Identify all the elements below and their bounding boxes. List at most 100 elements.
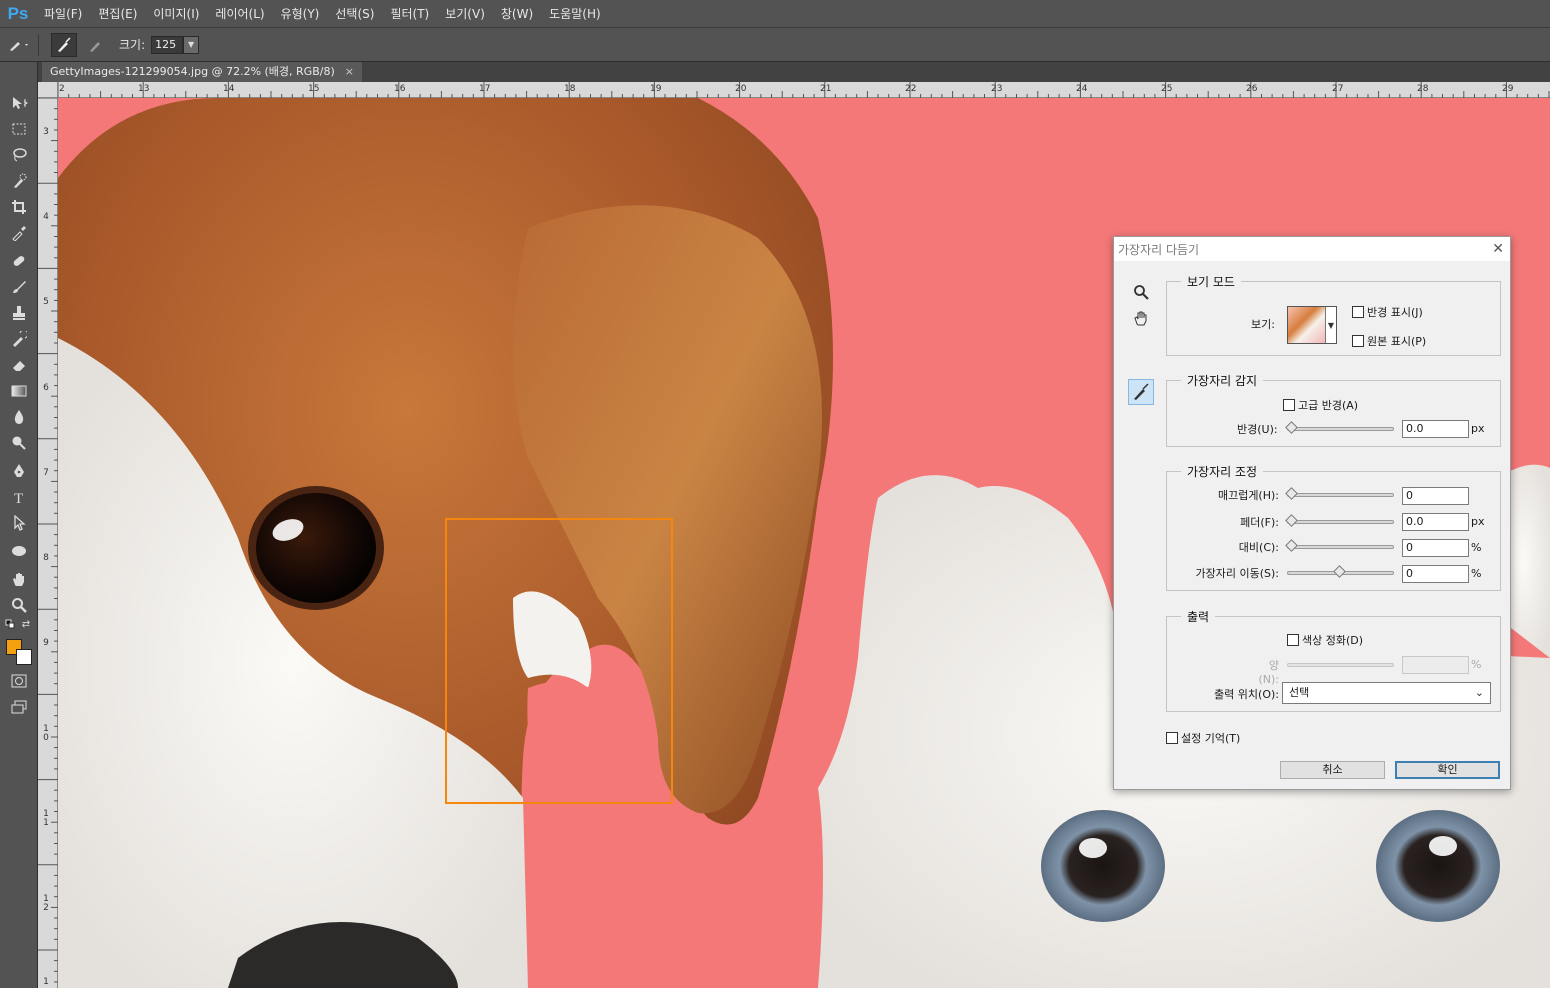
- dialog-title: 가장자리 다듬기: [1118, 242, 1200, 257]
- ruler-label: 1: [43, 977, 49, 987]
- checkbox-box[interactable]: [1352, 306, 1364, 318]
- remember-settings-checkbox[interactable]: 설정 기억(T): [1166, 730, 1240, 746]
- ruler-corner[interactable]: [38, 82, 58, 98]
- shift-edge-input[interactable]: 0: [1402, 565, 1469, 583]
- swap-colors-icon[interactable]: ⇄: [20, 618, 32, 630]
- ruler-label: 17: [479, 84, 491, 94]
- close-tab-icon[interactable]: ×: [345, 62, 354, 82]
- edge-detection-group: 가장자리 감지 고급 반경(A) 반경(U): 0.0 px: [1166, 372, 1501, 447]
- menu-file[interactable]: 파일(F): [36, 0, 90, 28]
- adjust-edge-title: 가장자리 조정: [1181, 463, 1264, 480]
- smart-radius-checkbox[interactable]: 고급 반경(A): [1283, 397, 1358, 413]
- view-label: 보기:: [1251, 318, 1275, 331]
- menu-view[interactable]: 보기(V): [437, 0, 493, 28]
- document-tab-title: GettyImages-121299054.jpg @ 72.2% (배경, R…: [50, 65, 335, 78]
- slider-thumb[interactable]: [1285, 539, 1298, 552]
- move-tool-icon[interactable]: [7, 92, 31, 114]
- background-color-swatch[interactable]: [16, 649, 32, 665]
- show-radius-checkbox[interactable]: 반경 표시(J): [1352, 304, 1423, 320]
- contrast-input[interactable]: 0: [1402, 539, 1469, 557]
- dodge-tool-icon[interactable]: [7, 432, 31, 454]
- checkbox-box[interactable]: [1287, 634, 1299, 646]
- slider-thumb[interactable]: [1285, 487, 1298, 500]
- smart-radius-label: 고급 반경(A): [1298, 399, 1359, 412]
- tools-panel: T ⇄: [0, 62, 38, 988]
- screen-mode-icon[interactable]: [7, 696, 31, 718]
- smooth-slider[interactable]: [1285, 487, 1394, 500]
- menu-window[interactable]: 창(W): [493, 0, 541, 28]
- quick-mask-icon[interactable]: [7, 670, 31, 692]
- output-to-select[interactable]: 선택 ⌄: [1282, 682, 1491, 704]
- eyedropper-tool-icon[interactable]: [7, 222, 31, 244]
- menu-help[interactable]: 도움말(H): [541, 0, 609, 28]
- slider-thumb[interactable]: [1285, 514, 1298, 527]
- ellipse-tool-icon[interactable]: [7, 540, 31, 562]
- marquee-tool-icon[interactable]: [7, 118, 31, 140]
- ruler-label: 27: [1332, 84, 1344, 94]
- refine-radius-brush-icon[interactable]: [51, 32, 77, 57]
- ruler-label: 8: [43, 553, 49, 563]
- menu-edit[interactable]: 편집(E): [90, 0, 145, 28]
- lasso-tool-icon[interactable]: [7, 144, 31, 166]
- erase-refinements-brush-icon[interactable]: [83, 33, 109, 57]
- cancel-button[interactable]: 취소: [1280, 761, 1385, 779]
- smooth-input[interactable]: 0: [1402, 487, 1469, 505]
- pen-tool-icon[interactable]: [7, 460, 31, 482]
- decontaminate-colors-checkbox[interactable]: 색상 정화(D): [1287, 632, 1363, 648]
- menu-filter[interactable]: 필터(T): [382, 0, 437, 28]
- menu-image[interactable]: 이미지(I): [145, 0, 207, 28]
- contrast-unit: %: [1471, 541, 1482, 554]
- show-original-label: 원본 표시(P): [1367, 335, 1427, 348]
- slider-thumb[interactable]: [1332, 565, 1346, 578]
- ruler-label: 28: [1417, 84, 1429, 94]
- checkbox-box[interactable]: [1166, 732, 1178, 744]
- radius-input[interactable]: 0.0: [1402, 420, 1469, 438]
- type-tool-icon[interactable]: T: [7, 486, 31, 508]
- ruler-label: 9: [43, 638, 49, 648]
- quick-selection-tool-icon[interactable]: [7, 170, 31, 192]
- slider-thumb[interactable]: [1285, 421, 1298, 434]
- hand-icon[interactable]: [1128, 305, 1154, 331]
- menu-layer[interactable]: 레이어(L): [207, 0, 272, 28]
- clone-stamp-tool-icon[interactable]: [7, 302, 31, 324]
- show-radius-label: 반경 표시(J): [1367, 306, 1423, 319]
- hand-tool-icon[interactable]: [7, 568, 31, 590]
- blur-tool-icon[interactable]: [7, 406, 31, 428]
- dialog-titlebar[interactable]: 가장자리 다듬기 ✕: [1114, 237, 1510, 261]
- size-label: 크기:: [119, 38, 146, 52]
- feather-slider[interactable]: [1285, 514, 1394, 527]
- brush-tool-icon[interactable]: [7, 276, 31, 298]
- ruler-label: 12: [43, 894, 49, 913]
- show-original-checkbox[interactable]: 원본 표시(P): [1352, 333, 1426, 349]
- vertical-ruler[interactable]: 3 4 5 6 7 8 9 10 11 12 1: [38, 98, 58, 988]
- close-icon[interactable]: ✕: [1492, 241, 1504, 257]
- ruler-label: 2: [59, 84, 65, 94]
- radius-slider[interactable]: [1285, 421, 1394, 434]
- refine-radius-tool-icon[interactable]: [1128, 379, 1154, 405]
- path-selection-tool-icon[interactable]: [7, 512, 31, 534]
- contrast-slider[interactable]: [1285, 539, 1394, 552]
- shift-edge-slider[interactable]: [1287, 565, 1394, 578]
- crop-tool-icon[interactable]: [7, 196, 31, 218]
- zoom-icon[interactable]: [1128, 279, 1154, 305]
- checkbox-box[interactable]: [1283, 399, 1295, 411]
- zoom-tool-icon[interactable]: [7, 594, 31, 616]
- default-colors-icon[interactable]: [4, 618, 16, 630]
- feather-input[interactable]: 0.0: [1402, 513, 1469, 531]
- ok-button[interactable]: 확인: [1395, 761, 1500, 779]
- healing-brush-tool-icon[interactable]: [7, 250, 31, 272]
- menu-select[interactable]: 선택(S): [327, 0, 382, 28]
- eraser-tool-icon[interactable]: [7, 354, 31, 376]
- output-to-value: 선택: [1289, 686, 1310, 699]
- history-brush-tool-icon[interactable]: [7, 328, 31, 350]
- size-dropdown-arrow-icon[interactable]: ▼: [183, 35, 200, 54]
- tool-preset-brush-icon[interactable]: [6, 33, 32, 57]
- document-tab[interactable]: GettyImages-121299054.jpg @ 72.2% (배경, R…: [42, 62, 362, 82]
- gradient-tool-icon[interactable]: [7, 380, 31, 402]
- menu-type[interactable]: 유형(Y): [273, 0, 328, 28]
- horizontal-ruler[interactable]: 2 13 14 15 16 17 18 19 20 21 22 23 24 25…: [58, 82, 1550, 98]
- checkbox-box[interactable]: [1352, 335, 1364, 347]
- ruler-label: 22: [905, 84, 917, 94]
- view-mode-thumbnail[interactable]: ▼: [1287, 306, 1337, 344]
- size-input[interactable]: 125: [151, 35, 184, 54]
